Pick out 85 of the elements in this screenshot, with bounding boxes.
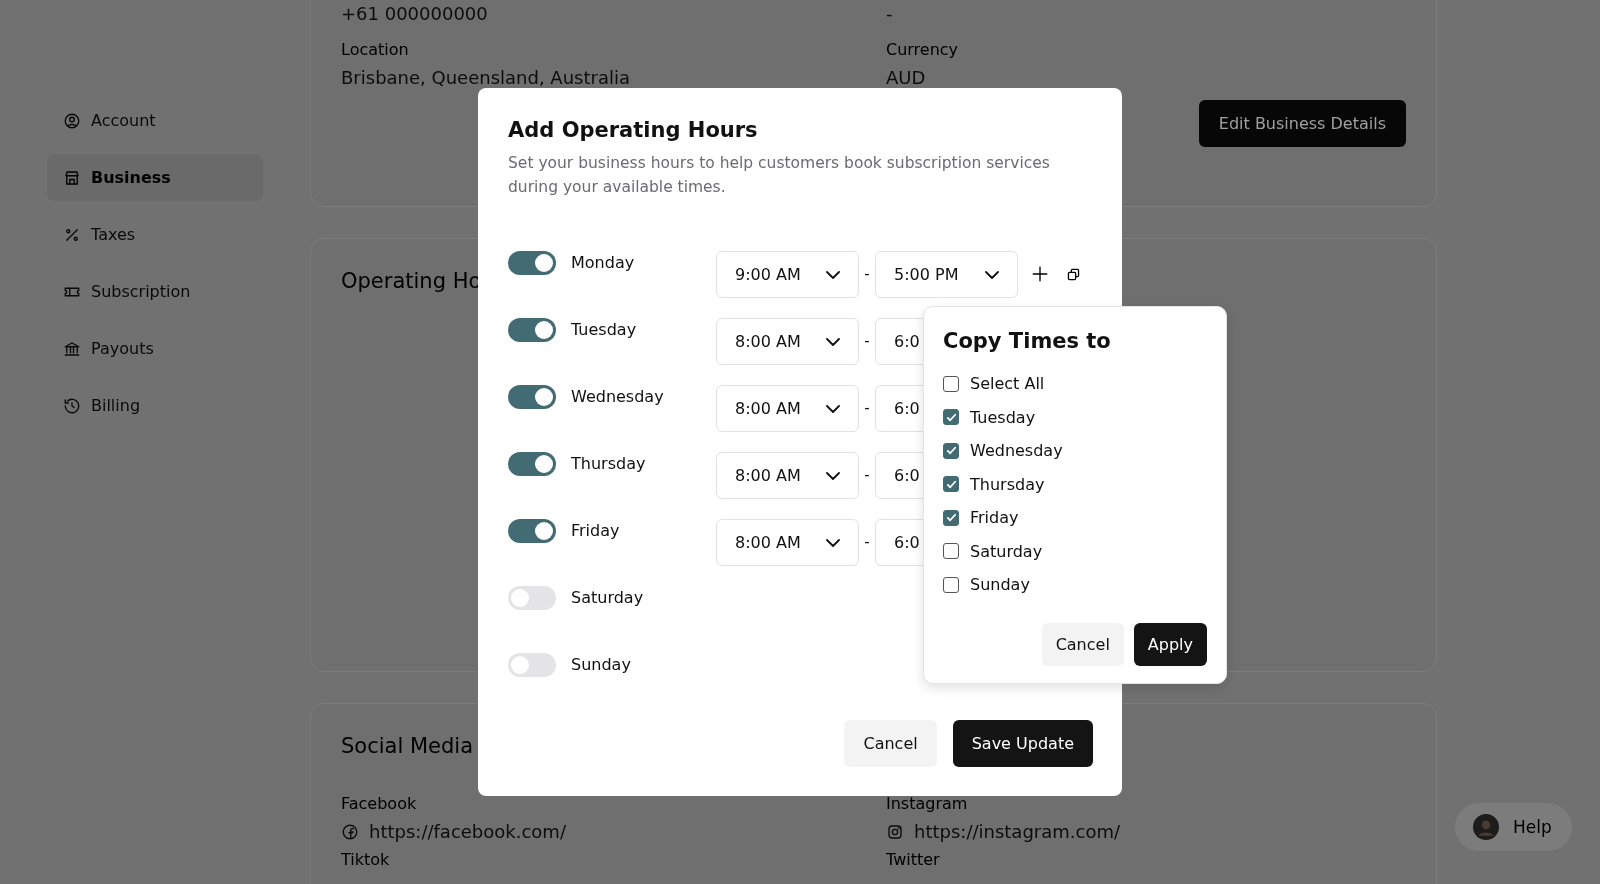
sidebar-item[interactable]: Business [47,154,263,201]
time-select[interactable]: 8:00 AM [716,318,859,365]
day-label: Monday [571,252,636,274]
help-button[interactable]: Help [1455,803,1572,851]
field-label: Facebook [341,794,418,813]
toggle-switch[interactable] [508,519,556,543]
save-button[interactable]: Save Update [952,720,1093,767]
check-icon [945,445,957,457]
checkbox-label: Tuesday [970,407,1036,427]
link-value[interactable]: https://facebook.com/ [369,821,566,842]
sidebar-item[interactable]: Subscription [47,268,263,315]
day-label: Thursday [571,453,647,475]
chevron-down-icon [985,270,999,279]
modal-title: Add Operating Hours [508,118,759,142]
toggle-switch[interactable] [508,251,556,275]
separator-text: - [863,465,871,486]
check-icon [945,478,957,490]
check-icon [945,411,957,423]
edit-button[interactable]: Edit Business Details [1198,100,1406,147]
checkbox-label: Wednesday [970,441,1063,461]
day-label: Wednesday [571,386,665,408]
instagram-icon [886,822,904,841]
store-icon [63,168,81,187]
checkbox-label: Thursday [970,474,1045,494]
sidebar-item[interactable]: Billing [47,382,263,429]
checkbox[interactable] [943,375,959,392]
check-icon [945,512,957,524]
checkbox-label: Sunday [970,575,1030,595]
day-label: Friday [571,520,621,542]
link-value[interactable]: https://instagram.com/ [914,821,1120,842]
checkbox[interactable] [943,576,959,593]
time-select[interactable]: 5:00 PM [875,251,1018,298]
time-select[interactable]: 8:00 AM [716,452,859,499]
modal-description: Set your business hours to help customers book subscription services during your available times. [508,153,1051,198]
checkbox[interactable] [943,543,959,560]
sidebar-item[interactable]: Taxes [47,211,263,258]
facebook-icon [341,822,359,841]
popup-title: Copy Times to [943,329,1112,353]
time-select[interactable]: 9:00 AM [716,251,859,298]
history-icon [63,396,81,415]
toggle-switch[interactable] [508,385,556,409]
user-circle-icon [63,111,81,130]
checkbox-label: Saturday [970,541,1043,561]
checkbox[interactable] [943,442,959,459]
cancel-button[interactable]: Cancel [844,720,937,767]
field-label: Location [341,40,410,59]
field-value: AUD [886,67,927,88]
separator-text: - [863,264,871,285]
separator-text: - [863,331,871,352]
checkbox-label: Friday [970,508,1019,528]
field-label: Instagram [886,794,969,813]
field-value: +61 000000000 [341,3,489,24]
sidebar-item[interactable]: Payouts [47,325,263,372]
section-title: Social Media [341,734,473,758]
checkbox[interactable] [943,476,959,493]
field-label: Twitter [886,850,941,869]
time-select[interactable]: 8:00 AM [716,385,859,432]
apply-button[interactable]: Apply [1133,622,1207,666]
copy-icon[interactable] [1067,268,1080,281]
chevron-down-icon [826,270,840,279]
separator-text: - [863,398,871,419]
time-select[interactable]: 8:00 AM [716,519,859,566]
toggle-switch[interactable] [508,452,556,476]
day-label: Tuesday [571,319,638,341]
sidebar-item[interactable]: Account [47,97,263,144]
field-label: Tiktok [341,850,391,869]
chevron-down-icon [826,538,840,547]
chevron-down-icon [826,337,840,346]
toggle-switch[interactable] [508,653,556,677]
toggle-switch[interactable] [508,318,556,342]
day-label: Sunday [571,654,632,676]
chevron-down-icon [826,404,840,413]
chevron-down-icon [826,471,840,480]
cancel-button[interactable]: Cancel [1041,622,1124,666]
plus-icon[interactable] [1031,265,1049,283]
separator-text: - [863,532,871,553]
field-value: - [886,3,894,24]
day-label: Saturday [571,587,645,609]
checkbox[interactable] [943,409,959,426]
field-value: Brisbane, Queensland, Australia [341,67,631,88]
avatar-icon [1473,814,1499,840]
field-label: Currency [886,40,960,59]
checkbox-label: Select All [970,374,1045,394]
toggle-switch[interactable] [508,586,556,610]
checkbox[interactable] [943,509,959,526]
